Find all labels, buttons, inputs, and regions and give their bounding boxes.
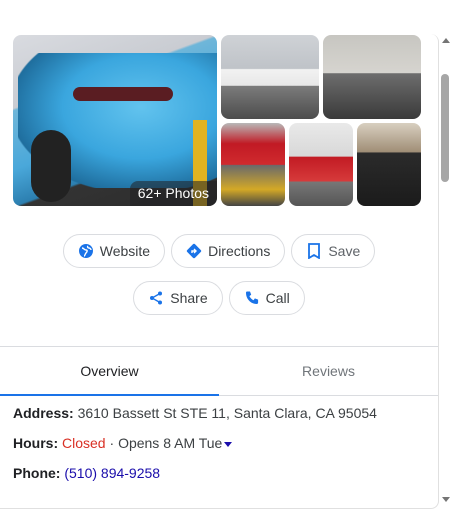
photo-thumbnail[interactable]: [289, 123, 353, 206]
share-button[interactable]: Share: [133, 281, 223, 315]
hours-separator: ·: [105, 435, 119, 451]
address-row: Address: 3610 Bassett St STE 11, Santa C…: [13, 405, 428, 421]
share-icon: [148, 290, 164, 306]
address-label: Address:: [13, 405, 74, 421]
directions-button[interactable]: Directions: [171, 234, 286, 268]
tab-reviews[interactable]: Reviews: [219, 347, 438, 395]
share-label: Share: [170, 290, 208, 306]
phone-label: Phone:: [13, 465, 61, 481]
tab-overview[interactable]: Overview: [0, 347, 219, 396]
photo-thumbnail[interactable]: [323, 35, 421, 119]
phone-icon: [244, 290, 260, 306]
directions-icon: [186, 243, 202, 259]
caret-down-icon[interactable]: [224, 441, 233, 447]
photo-thumbnail[interactable]: [221, 35, 319, 119]
globe-icon: [78, 243, 94, 259]
phone-link[interactable]: (510) 894-9258: [64, 465, 160, 481]
photo-main[interactable]: 62+ Photos: [13, 35, 217, 206]
website-button[interactable]: Website: [62, 234, 166, 268]
place-info: Address: 3610 Bassett St STE 11, Santa C…: [13, 405, 428, 495]
photo-count-badge[interactable]: 62+ Photos: [129, 181, 217, 206]
call-button[interactable]: Call: [228, 281, 305, 315]
address-value: 3610 Bassett St STE 11, Santa Clara, CA …: [77, 405, 377, 421]
bookmark-icon: [306, 243, 322, 259]
hours-label: Hours:: [13, 435, 59, 451]
directions-label: Directions: [208, 243, 271, 259]
website-label: Website: [99, 243, 151, 259]
photo-thumbnail[interactable]: [221, 123, 285, 206]
scroll-down-icon[interactable]: [442, 497, 450, 502]
tab-bar: Overview Reviews: [0, 346, 438, 396]
photo-thumbnail[interactable]: [357, 123, 421, 206]
hours-status: Closed: [62, 435, 106, 451]
hours-row: Hours: Closed · Opens 8 AM Tue: [13, 435, 428, 451]
place-panel: 62+ Photos Website Directions Save Share…: [0, 34, 439, 509]
photo-grid: 62+ Photos: [13, 35, 421, 206]
hours-next-open[interactable]: Opens 8 AM Tue: [118, 435, 222, 451]
scroll-up-icon[interactable]: [442, 38, 450, 43]
phone-row: Phone: (510) 894-9258: [13, 465, 428, 481]
scrollbar[interactable]: [439, 34, 453, 508]
scrollbar-thumb[interactable]: [441, 74, 449, 182]
save-button[interactable]: Save: [291, 234, 376, 268]
action-chips: Website Directions Save Share Call: [0, 234, 438, 328]
save-label: Save: [328, 243, 361, 259]
call-label: Call: [265, 290, 290, 306]
